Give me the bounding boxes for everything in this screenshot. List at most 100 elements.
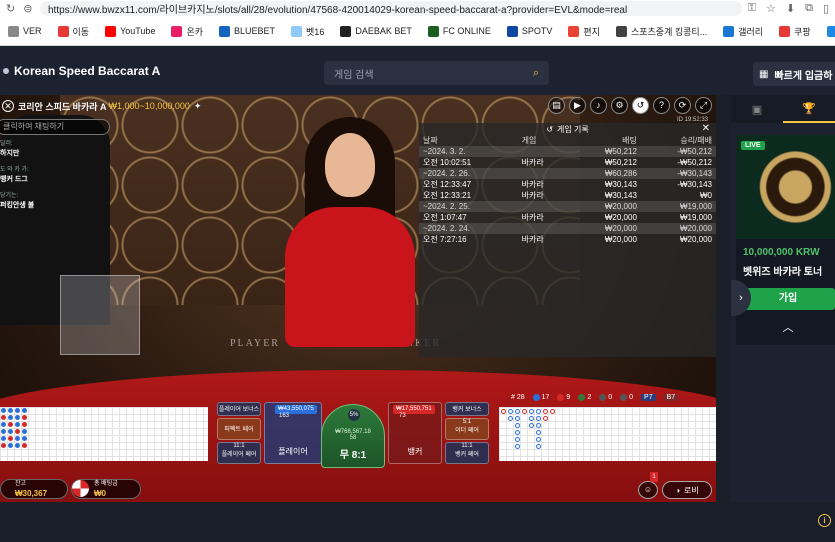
bookmark-item[interactable]: YouTube <box>97 25 163 37</box>
bookmark-favicon-icon <box>427 25 439 37</box>
history-cell-bet: ₩60,286 <box>570 168 641 179</box>
bookmark-favicon-icon <box>615 25 627 37</box>
tie-label: 무 8:1 <box>339 450 367 461</box>
video-icon[interactable]: ▶ <box>569 97 586 114</box>
bookmark-item[interactable]: VER <box>0 25 50 37</box>
bookmark-favicon-icon <box>105 25 117 37</box>
chevron-up-icon[interactable]: ︿ <box>741 319 835 337</box>
game-title-text: Korean Speed Baccarat A <box>14 64 161 78</box>
game-search-input[interactable]: 게임 검색 ⌕ <box>324 61 549 85</box>
road-mark <box>515 430 520 435</box>
tie-spot[interactable]: 5% ₩768,567.18 58 무 8:1 <box>321 404 385 468</box>
settings-icon[interactable]: ⚙ <box>611 97 628 114</box>
site-info-icon[interactable]: ⊜ <box>23 2 32 15</box>
join-button[interactable]: 가입 <box>741 288 835 310</box>
history-cell-game <box>517 168 571 179</box>
bookmark-item[interactable]: FC ONLINE <box>420 25 499 37</box>
game-history-panel: ↺ 게임 기록 ✕ 날짜 게임 배팅 승리/패배 ~2024. 3. 2. ₩50… <box>419 123 716 357</box>
history-cell-result: -₩50,212 <box>677 158 712 167</box>
big-road[interactable] <box>499 407 716 461</box>
back-dot-icon[interactable] <box>3 68 9 74</box>
download-icon[interactable]: ⬇ <box>786 2 795 15</box>
bead <box>1 436 6 441</box>
road-mark <box>522 409 527 414</box>
history-cell-result: -₩30,143 <box>677 180 712 189</box>
ask-banker-button[interactable]: B7 <box>663 394 679 401</box>
live-badge: LIVE <box>741 141 765 150</box>
bookmark-item[interactable]: 이동 <box>50 25 98 38</box>
either-pair-spot[interactable]: 5:1 이더 페어 <box>445 418 489 440</box>
close-game-icon[interactable]: ✕ <box>2 100 14 112</box>
road-mark <box>501 409 506 414</box>
history-cell-game: 바카라 <box>521 213 544 222</box>
info-key: 딜러: <box>0 141 13 147</box>
bookmark-item[interactable]: DAEBAK BET <box>332 25 420 37</box>
layout-icon[interactable]: ▤ <box>548 97 565 114</box>
info-icon[interactable]: i <box>818 514 831 527</box>
extensions-icon[interactable]: ⧉ <box>805 2 813 15</box>
stat-total: # 28 <box>511 394 525 401</box>
history-cell-game: 바카라 <box>521 235 544 244</box>
perfect-pair-spot[interactable]: 퍼펙트 페어 <box>217 418 261 440</box>
road-mark <box>529 423 534 428</box>
bookmark-item[interactable]: BLUEBET <box>211 25 283 37</box>
history-close-icon[interactable]: ✕ <box>702 123 710 134</box>
bookmark-item[interactable]: 갤러리 <box>715 25 771 38</box>
banker-pair-spot[interactable]: 11:1 뱅커 페어 <box>445 442 489 464</box>
bookmark-favicon-icon <box>57 25 69 37</box>
tab-casino-icon[interactable]: ▣ <box>731 95 783 123</box>
lobby-button[interactable]: ◑ 로비 <box>662 481 712 499</box>
reload-icon[interactable]: ↻ <box>6 2 15 15</box>
bookmark-item[interactable]: 벳16 <box>283 25 332 38</box>
road-mark <box>536 430 541 435</box>
fullscreen-icon[interactable]: ⤢ <box>695 97 712 114</box>
sidepanel-icon[interactable]: ▯ <box>823 2 829 15</box>
bookmark-item[interactable]: SPOTV <box>499 25 561 37</box>
pin-icon[interactable]: ✦ <box>194 101 202 112</box>
bookmark-item[interactable]: 쿠팡 <box>771 25 819 38</box>
bookmark-item[interactable]: 아프리카 <box>819 25 835 38</box>
banker-bonus-spot[interactable]: 뱅커 보너스 <box>445 402 489 416</box>
banker-count-icon <box>557 394 565 401</box>
tie-amount: ₩768,567.18 58 <box>335 429 371 441</box>
banker-count: 73 <box>399 413 406 419</box>
star-icon[interactable]: ☆ <box>766 2 776 15</box>
history-icon[interactable]: ↺ <box>632 97 649 114</box>
quick-deposit-button[interactable]: ▦ 빠르게 입금하 <box>753 62 835 86</box>
chat-icon[interactable]: ☺ <box>638 481 658 499</box>
history-rows: ~2024. 3. 2. ₩50,212 -₩50,212 오전 10:02:51 바카… <box>419 146 716 245</box>
bookmark-label: 편지 <box>583 26 600 37</box>
key-icon[interactable]: ⚿ <box>748 2 756 15</box>
bead-road[interactable] <box>0 407 208 461</box>
bookmark-label: FC ONLINE <box>442 26 491 36</box>
banker-spot[interactable]: ₩17,550,751 73 뱅커 <box>388 402 442 464</box>
ask-player-button[interactable]: P7 <box>641 394 656 401</box>
player-bonus-spot[interactable]: 플레이어 보너스 <box>217 402 261 416</box>
road-mark <box>508 416 513 421</box>
chip-icon[interactable] <box>72 480 89 497</box>
road-mark <box>529 409 534 414</box>
refresh-icon[interactable]: ⟳ <box>674 97 691 114</box>
col-result: 승리/패배 <box>680 136 712 145</box>
total-bet-value: ₩0 <box>94 489 106 498</box>
player-pair-label: 플레이어 페어 <box>221 452 257 458</box>
player-spot[interactable]: ₩43,550,075 163 플레이어 <box>264 402 322 464</box>
sound-icon[interactable]: ♪ <box>590 97 607 114</box>
address-field[interactable]: https://www.bwzx11.com/라이브카지노/slots/all/… <box>40 1 742 16</box>
notification-badge: 1 <box>650 472 658 482</box>
lobby-label: 로비 <box>684 485 699 495</box>
bookmark-item[interactable]: 스포츠중계 킹콩티... <box>608 25 715 38</box>
bet-limit: ₩1,000~10,000,000 <box>108 101 190 111</box>
tab-trophy-icon[interactable]: 🏆 <box>783 95 835 123</box>
search-icon[interactable]: ⌕ <box>533 67 539 80</box>
bookmark-item[interactable]: 편지 <box>560 25 608 38</box>
chat-input[interactable]: 클릭하여 채팅하기 <box>0 119 110 135</box>
history-cell-result: ₩20,000 <box>679 235 712 244</box>
bookmark-item[interactable]: 온카 <box>163 25 211 38</box>
help-icon[interactable]: ? <box>653 97 670 114</box>
history-cell-result: ₩19,000 <box>640 201 716 212</box>
player-pair-spot[interactable]: 11:1 플레이어 페어 <box>217 442 261 464</box>
bookmark-label: BLUEBET <box>234 26 276 36</box>
bookmark-label: DAEBAK BET <box>355 26 412 36</box>
road-mark <box>543 409 548 414</box>
